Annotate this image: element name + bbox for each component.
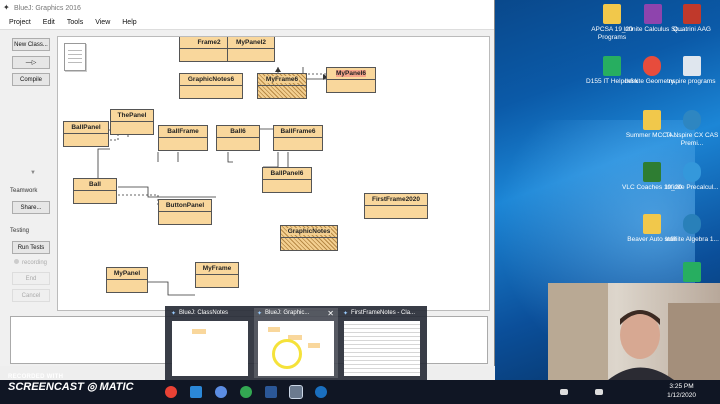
desktop-icon-quatrini[interactable]: Quatrini AAG (662, 4, 720, 34)
class-box-ball[interactable]: Ball (73, 178, 117, 204)
clock-date: 1/12/2020 (667, 392, 696, 399)
preview-classnotes[interactable]: ✦ BlueJ: ClassNotes (168, 308, 252, 378)
desktop-icon-infinite-algebra[interactable]: Infinite Algebra 1... (662, 214, 720, 244)
word-icon[interactable] (265, 386, 277, 398)
menu-view[interactable]: View (95, 19, 110, 26)
taskbar-clock[interactable]: 3:25 PM 1/12/2020 (667, 382, 696, 400)
window-title: BlueJ: Graphics 2016 (14, 4, 81, 12)
recording-label: recording (22, 260, 48, 266)
class-box-ballpanel6[interactable]: BallPanel6 (262, 167, 312, 193)
preview-image (172, 321, 248, 376)
menu-project[interactable]: Project (9, 19, 31, 26)
taskbar-preview-popup: ✦ BlueJ: ClassNotes ✦ BlueJ: Graphic... ✕ ✦… (165, 306, 427, 380)
new-inheritance-arrow-button[interactable]: —▷ (12, 56, 50, 69)
class-box-graphicnotes6[interactable]: GraphicNotes6 (179, 73, 243, 99)
class-box-myframe6[interactable]: MyFrame6 (257, 73, 307, 99)
preview-image (258, 321, 334, 376)
record-dot-icon (14, 259, 19, 264)
app-icon (683, 262, 701, 282)
class-box-graphicnotes[interactable]: GraphicNotes (280, 225, 338, 251)
webcam-overlay (548, 283, 720, 380)
testing-label: Testing (10, 228, 30, 234)
itunes-icon[interactable] (215, 386, 227, 398)
class-box-ballpanel[interactable]: BallPanel (63, 121, 109, 147)
network-icon[interactable] (560, 389, 568, 395)
app-icon (643, 56, 661, 76)
run-tests-button[interactable]: Run Tests (12, 241, 50, 254)
app-icon (683, 214, 701, 234)
menu-help[interactable]: Help (122, 19, 136, 26)
collapse-arrow-icon[interactable]: ▼ (30, 170, 36, 176)
pdf-icon (683, 4, 701, 24)
menu-tools[interactable]: Tools (67, 19, 83, 26)
class-box-mypanel[interactable]: MyPanel (106, 267, 148, 293)
tool-panel: New Class... —▷ Compile ▼ Teamwork Share… (0, 30, 55, 315)
bluej-bird-icon: ✦ (257, 310, 263, 317)
chrome-icon[interactable] (165, 386, 177, 398)
app-icon (683, 162, 701, 182)
new-class-button[interactable]: New Class... (12, 38, 50, 51)
folder-icon (603, 4, 621, 24)
class-box-myframe[interactable]: MyFrame (195, 262, 239, 288)
class-box-buttonpanel[interactable]: ButtonPanel (158, 199, 212, 225)
class-box-ballframe[interactable]: BallFrame (158, 125, 208, 151)
speaker-icon[interactable] (595, 389, 603, 395)
menu-bar: Project Edit Tools View Help (0, 16, 494, 30)
class-box-ballframe6[interactable]: BallFrame6 (273, 125, 323, 151)
desktop-icon-infinite-precalc[interactable]: Infinite Precalcul... (662, 162, 720, 192)
class-box-firstframe2020[interactable]: FirstFrame2020 (364, 193, 428, 219)
folder-icon (643, 214, 661, 234)
preview-image (344, 321, 420, 376)
preview-graphics[interactable]: ✦ BlueJ: Graphic... ✕ (254, 308, 338, 378)
presenter-video (548, 283, 720, 380)
desktop-icon-partial[interactable] (662, 262, 720, 284)
clock-time: 3:25 PM (669, 383, 694, 390)
teamwork-label: Teamwork (10, 188, 38, 194)
app-icon (603, 56, 621, 76)
class-diagram-canvas[interactable]: Frame2 MyPanel2 GraphicNotes6 MyFrame6 M… (57, 36, 490, 311)
menu-edit[interactable]: Edit (43, 19, 55, 26)
screencast-icon[interactable] (315, 386, 327, 398)
compile-button[interactable]: Compile (12, 73, 50, 86)
app-icon[interactable] (240, 386, 252, 398)
bluej-bird-icon: ✦ (171, 310, 177, 317)
bluej-bird-icon: ✦ (343, 310, 349, 317)
file-icon (683, 56, 701, 76)
screencast-watermark: RECORDED WITH SCREENCAST ◎ MATIC (8, 372, 134, 393)
app-icon (644, 4, 662, 24)
end-button[interactable]: End (12, 272, 50, 285)
cancel-button[interactable]: Cancel (12, 289, 50, 302)
preview-firstframenotes[interactable]: ✦ FirstFrameNotes - Cla... (340, 308, 424, 378)
class-box-mypanel2[interactable]: MyPanel2 (227, 37, 275, 62)
bluej-bird-icon: ✦ (3, 3, 10, 12)
close-icon[interactable]: ✕ (327, 309, 334, 318)
excel-icon (643, 162, 661, 182)
app-icon (683, 110, 701, 130)
window-titlebar: ✦ BlueJ: Graphics 2016 (0, 0, 494, 16)
folder-icon (643, 110, 661, 130)
desktop-icon-ti-nspire[interactable]: TI-Nspire CX CAS Premi... (662, 110, 720, 147)
class-box-mypanel6[interactable]: MyPanel6 (326, 67, 376, 93)
share-button[interactable]: Share... (12, 201, 50, 214)
screencast-matic-logo: SCREENCAST ◎ MATIC (8, 381, 134, 393)
desktop-icon-nspire-programs[interactable]: nspire programs (662, 56, 720, 86)
explorer-icon[interactable] (190, 386, 202, 398)
recording-indicator: recording (14, 259, 47, 266)
class-box-thepanel[interactable]: ThePanel (110, 109, 154, 135)
class-box-ball6[interactable]: Ball6 (216, 125, 260, 151)
bluej-taskbar-icon[interactable] (289, 385, 303, 399)
